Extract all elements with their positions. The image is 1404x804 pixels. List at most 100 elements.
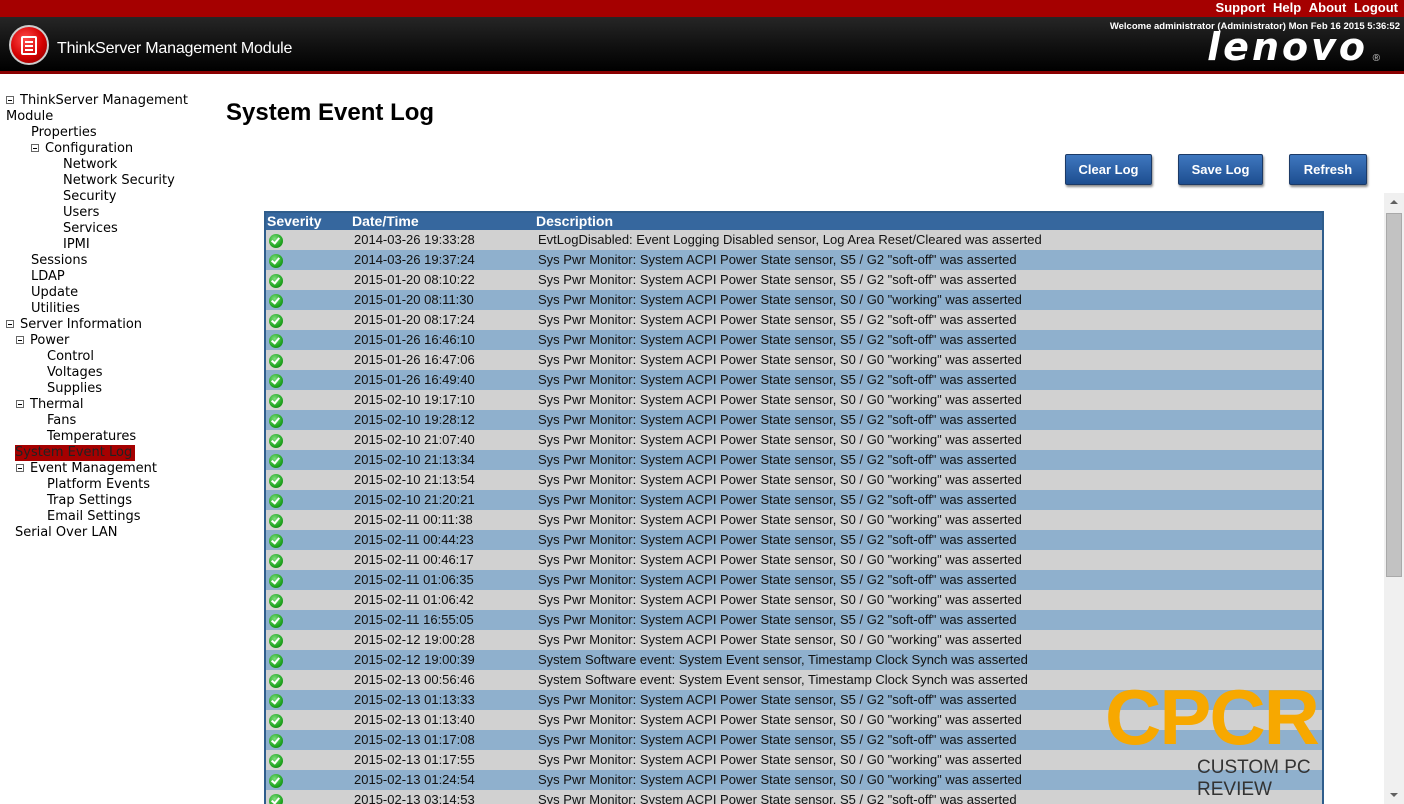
table-header: Severity Date/Time Description bbox=[266, 213, 1322, 230]
table-row[interactable]: 2015-02-12 19:00:28 Sys Pwr Monitor: Syst… bbox=[266, 630, 1322, 650]
ok-status-icon bbox=[269, 614, 283, 628]
tree-item-label: Thermal bbox=[30, 397, 84, 412]
tree-item-services[interactable]: Services bbox=[63, 221, 118, 237]
tree-item-network-security[interactable]: Network Security bbox=[63, 173, 175, 189]
collapse-icon[interactable] bbox=[16, 464, 24, 472]
table-row[interactable]: 2015-02-10 19:28:12 Sys Pwr Monitor: Syst… bbox=[266, 410, 1322, 430]
tree-item-thermal[interactable]: Thermal bbox=[16, 397, 84, 413]
column-header-datetime[interactable]: Date/Time bbox=[352, 213, 419, 230]
top-bar: Support Help About Logout bbox=[0, 0, 1404, 17]
tree-item-security[interactable]: Security bbox=[63, 189, 116, 205]
table-row[interactable]: 2015-02-10 19:17:10 Sys Pwr Monitor: Syst… bbox=[266, 390, 1322, 410]
tree-item-control[interactable]: Control bbox=[47, 349, 94, 365]
event-description: Sys Pwr Monitor: System ACPI Power State… bbox=[538, 752, 1022, 767]
tree-item-network[interactable]: Network bbox=[63, 157, 117, 173]
table-row[interactable]: 2015-01-26 16:49:40 Sys Pwr Monitor: Syst… bbox=[266, 370, 1322, 390]
tree-item-thinkserver-management[interactable]: ThinkServer Management bbox=[6, 93, 188, 109]
clear-log-button[interactable]: Clear Log bbox=[1065, 154, 1152, 185]
tree-item-users[interactable]: Users bbox=[63, 205, 99, 221]
table-row[interactable]: 2015-02-11 00:46:17 Sys Pwr Monitor: Syst… bbox=[266, 550, 1322, 570]
table-row[interactable]: 2015-02-10 21:20:21 Sys Pwr Monitor: Syst… bbox=[266, 490, 1322, 510]
logout-link[interactable]: Logout bbox=[1354, 0, 1398, 15]
about-link[interactable]: About bbox=[1309, 0, 1347, 15]
table-row[interactable]: 2015-02-11 01:06:42 Sys Pwr Monitor: Syst… bbox=[266, 590, 1322, 610]
event-description: EvtLogDisabled: Event Logging Disabled s… bbox=[538, 232, 1042, 247]
event-datetime: 2015-01-26 16:46:10 bbox=[354, 332, 475, 347]
collapse-icon[interactable] bbox=[6, 320, 14, 328]
ok-status-icon bbox=[269, 234, 283, 248]
event-datetime: 2015-02-10 21:13:54 bbox=[354, 472, 475, 487]
table-row[interactable]: 2015-02-10 21:13:34 Sys Pwr Monitor: Syst… bbox=[266, 450, 1322, 470]
tree-item-fans[interactable]: Fans bbox=[47, 413, 76, 429]
table-row[interactable]: 2014-03-26 19:33:28 EvtLogDisabled: Event… bbox=[266, 230, 1322, 250]
tree-item-serial-over-lan[interactable]: Serial Over LAN bbox=[15, 525, 117, 541]
ok-status-icon bbox=[269, 754, 283, 768]
table-row[interactable]: 2015-02-10 21:07:40 Sys Pwr Monitor: Syst… bbox=[266, 430, 1322, 450]
tree-item-module[interactable]: Module bbox=[6, 109, 53, 125]
top-links: Support Help About Logout bbox=[1212, 0, 1398, 17]
tree-item-email-settings[interactable]: Email Settings bbox=[47, 509, 141, 525]
ok-status-icon bbox=[269, 574, 283, 588]
tree-item-trap-settings[interactable]: Trap Settings bbox=[47, 493, 132, 509]
table-row[interactable]: 2015-02-11 01:06:35 Sys Pwr Monitor: Syst… bbox=[266, 570, 1322, 590]
table-row[interactable]: 2014-03-26 19:37:24 Sys Pwr Monitor: Syst… bbox=[266, 250, 1322, 270]
event-datetime: 2015-02-11 00:11:38 bbox=[354, 512, 473, 527]
tree-item-utilities[interactable]: Utilities bbox=[31, 301, 80, 317]
tree-item-sessions[interactable]: Sessions bbox=[31, 253, 87, 269]
tree-item-server-information[interactable]: Server Information bbox=[6, 317, 142, 333]
event-description: Sys Pwr Monitor: System ACPI Power State… bbox=[538, 292, 1022, 307]
table-row[interactable]: 2015-02-12 19:00:39 System Software event… bbox=[266, 650, 1322, 670]
table-row[interactable]: 2015-01-26 16:47:06 Sys Pwr Monitor: Syst… bbox=[266, 350, 1322, 370]
page-scrollbar[interactable] bbox=[1384, 193, 1404, 804]
refresh-button[interactable]: Refresh bbox=[1289, 154, 1367, 185]
event-description: Sys Pwr Monitor: System ACPI Power State… bbox=[538, 352, 1022, 367]
tree-item-configuration[interactable]: Configuration bbox=[31, 141, 133, 157]
tree-item-ldap[interactable]: LDAP bbox=[31, 269, 65, 285]
ok-status-icon bbox=[269, 674, 283, 688]
save-log-button[interactable]: Save Log bbox=[1178, 154, 1263, 185]
scroll-up-arrow-icon[interactable] bbox=[1384, 193, 1404, 210]
event-description: Sys Pwr Monitor: System ACPI Power State… bbox=[538, 392, 1022, 407]
table-row[interactable]: 2015-02-11 00:44:23 Sys Pwr Monitor: Syst… bbox=[266, 530, 1322, 550]
event-description: Sys Pwr Monitor: System ACPI Power State… bbox=[538, 372, 1017, 387]
collapse-icon[interactable] bbox=[16, 400, 24, 408]
collapse-icon[interactable] bbox=[16, 336, 24, 344]
tree-item-properties[interactable]: Properties bbox=[31, 125, 97, 141]
event-datetime: 2015-02-11 16:55:05 bbox=[354, 612, 474, 627]
table-row[interactable]: 2015-01-20 08:10:22 Sys Pwr Monitor: Syst… bbox=[266, 270, 1322, 290]
event-datetime: 2014-03-26 19:37:24 bbox=[354, 252, 475, 267]
collapse-icon[interactable] bbox=[6, 96, 14, 104]
tree-item-update[interactable]: Update bbox=[31, 285, 78, 301]
event-description: Sys Pwr Monitor: System ACPI Power State… bbox=[538, 712, 1022, 727]
column-header-description[interactable]: Description bbox=[536, 213, 613, 230]
table-row[interactable]: 2015-02-10 21:13:54 Sys Pwr Monitor: Syst… bbox=[266, 470, 1322, 490]
column-header-severity[interactable]: Severity bbox=[267, 213, 321, 230]
table-row[interactable]: 2015-01-20 08:11:30 Sys Pwr Monitor: Syst… bbox=[266, 290, 1322, 310]
event-description: Sys Pwr Monitor: System ACPI Power State… bbox=[538, 492, 1017, 507]
table-row[interactable]: 2015-01-26 16:46:10 Sys Pwr Monitor: Syst… bbox=[266, 330, 1322, 350]
watermark: CPCR CUSTOM PC REVIEW bbox=[1105, 677, 1385, 800]
tree-item-event-management[interactable]: Event Management bbox=[16, 461, 157, 477]
event-datetime: 2015-02-12 19:00:28 bbox=[354, 632, 475, 647]
support-link[interactable]: Support bbox=[1216, 0, 1266, 15]
tree-item-temperatures[interactable]: Temperatures bbox=[47, 429, 136, 445]
tree-item-system-event-log[interactable]: System Event Log bbox=[15, 445, 135, 461]
table-row[interactable]: 2015-02-11 00:11:38 Sys Pwr Monitor: Syst… bbox=[266, 510, 1322, 530]
tree-item-platform-events[interactable]: Platform Events bbox=[47, 477, 150, 493]
tree-item-power[interactable]: Power bbox=[16, 333, 69, 349]
event-datetime: 2015-01-20 08:11:30 bbox=[354, 292, 474, 307]
tree-item-ipmi[interactable]: IPMI bbox=[63, 237, 90, 253]
collapse-icon[interactable] bbox=[31, 144, 39, 152]
tree-item-voltages[interactable]: Voltages bbox=[47, 365, 103, 381]
event-description: Sys Pwr Monitor: System ACPI Power State… bbox=[538, 332, 1017, 347]
table-row[interactable]: 2015-02-11 16:55:05 Sys Pwr Monitor: Syst… bbox=[266, 610, 1322, 630]
table-row[interactable]: 2015-01-20 08:17:24 Sys Pwr Monitor: Syst… bbox=[266, 310, 1322, 330]
ok-status-icon bbox=[269, 394, 283, 408]
watermark-caption: CUSTOM PC REVIEW bbox=[1197, 757, 1311, 800]
scrollbar-thumb[interactable] bbox=[1386, 213, 1402, 577]
tree-item-supplies[interactable]: Supplies bbox=[47, 381, 102, 397]
help-link[interactable]: Help bbox=[1273, 0, 1301, 15]
app-title: ThinkServer Management Module bbox=[57, 40, 293, 57]
ok-status-icon bbox=[269, 434, 283, 448]
scroll-down-arrow-icon[interactable] bbox=[1384, 787, 1404, 804]
